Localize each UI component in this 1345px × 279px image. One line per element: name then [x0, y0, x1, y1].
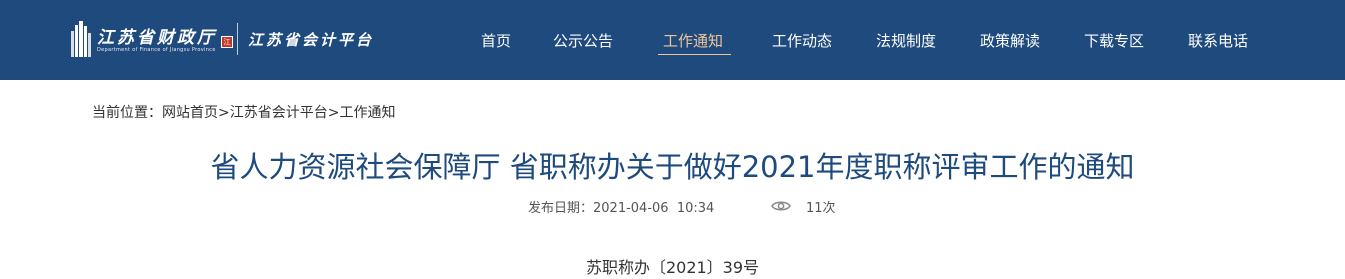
nav-item-downloads[interactable]: 下载专区: [1084, 31, 1144, 51]
article-title: 省人力资源社会保障厅 省职称办关于做好2021年度职称评审工作的通知: [210, 150, 1135, 184]
nav-item-work-notices[interactable]: 工作通知: [663, 31, 723, 51]
nav-item-announcements[interactable]: 公示公告: [553, 31, 613, 51]
active-nav-underline: [658, 54, 731, 55]
breadcrumb-item-home[interactable]: 网站首页: [162, 105, 218, 121]
site-header: 江苏省财政厅 Department of Finance of Jiangsu …: [0, 0, 1345, 80]
nav-item-regulations[interactable]: 法规制度: [876, 31, 936, 51]
view-count: 11次: [806, 201, 836, 216]
building-emblem-icon: [71, 21, 91, 57]
platform-name: 江苏省会计平台: [248, 31, 375, 49]
nav-item-work-news[interactable]: 工作动态: [772, 31, 832, 51]
eye-icon: [771, 201, 791, 211]
nav-item-home[interactable]: 首页: [481, 31, 511, 51]
logo-subtitle: Department of Finance of Jiangsu Provinc…: [97, 47, 216, 53]
nav-item-contact[interactable]: 联系电话: [1188, 31, 1248, 51]
logo-title: 江苏省财政厅: [97, 28, 217, 48]
breadcrumb-item-platform[interactable]: 江苏省会计平台: [230, 105, 328, 121]
breadcrumb: 当前位置：网站首页>江苏省会计平台>工作通知: [92, 102, 395, 122]
breadcrumb-prefix: 当前位置：: [92, 105, 162, 121]
breadcrumb-separator: >: [218, 105, 230, 121]
publish-info: 发布日期：2021-04-06 10:34: [528, 197, 714, 216]
nav-item-policy-interpretation[interactable]: 政策解读: [980, 31, 1040, 51]
breadcrumb-item-work-notices[interactable]: 工作通知: [339, 105, 395, 121]
logo-seal: 江: [221, 36, 233, 48]
document-number: 苏职称办〔2021〕39号: [585, 258, 760, 277]
logo-divider: [237, 23, 238, 55]
breadcrumb-separator: >: [327, 105, 340, 121]
publish-label: 发布日期：: [528, 201, 594, 216]
publish-date: 2021-04-06 10:34: [593, 201, 715, 216]
